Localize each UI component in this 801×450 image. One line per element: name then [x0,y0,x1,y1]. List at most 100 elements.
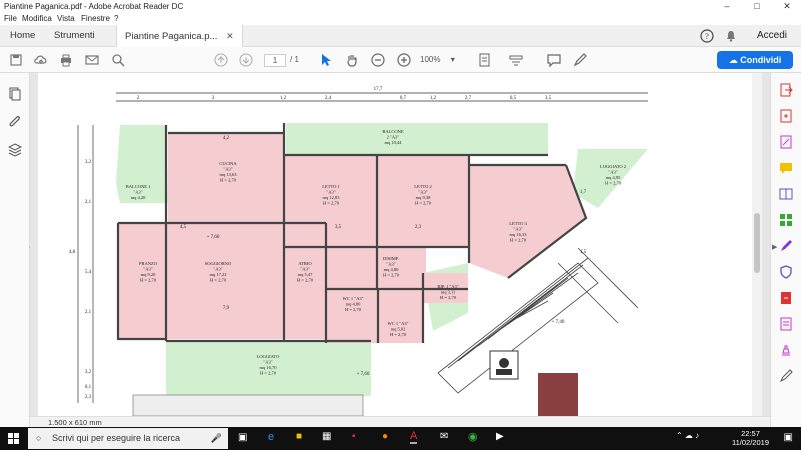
room-label-line: LETTO 1 [322,184,340,189]
left-dimension-label: 4,8 [69,250,76,255]
edge-icon[interactable]: e [268,431,274,443]
print-icon[interactable] [58,52,74,68]
tab-home[interactable]: Home [2,25,43,47]
maximize-icon[interactable]: □ [742,0,772,13]
file-explorer-icon[interactable]: ■ [296,431,302,442]
room-label-line: ATRIO [298,261,312,266]
store-icon[interactable]: ▦ [322,431,331,442]
save-icon[interactable] [8,52,24,68]
top-dimension-label: 2 [137,96,140,101]
share-button[interactable]: ☁ Condividi [717,51,793,69]
app-icon[interactable]: ● [382,431,388,442]
tab-bar: Home Strumenti Piantine Paganica.p... ✕ … [0,25,801,47]
pdf-page: CUCINA "A3" mq 13,63 H = 2,70 BALCONE 1 "A3" m… [38,73,754,416]
page-number-input[interactable]: 1 [264,54,286,67]
more-tools-icon[interactable] [779,369,793,383]
layers-icon[interactable] [8,143,22,157]
top-dimension-label: 1,2 [430,96,437,101]
inner-dimension-label: 3,5 [335,225,342,230]
room-label-line: SOGGIORNO [205,261,232,266]
menu-finestre[interactable]: Finestre [81,14,110,23]
left-nav-panel: ◀ [0,73,34,427]
hand-tool-icon[interactable] [344,52,360,68]
fill-sign-icon[interactable] [779,239,793,253]
windows-start-icon[interactable] [8,433,19,444]
tray-icons[interactable]: ⌃ ☁ ♪ [676,431,699,440]
stamp-icon[interactable] [779,343,793,357]
zoom-dropdown[interactable]: 100% ▾ [420,54,464,67]
tab-tools[interactable]: Strumenti [46,25,103,47]
sign-pen-icon[interactable] [572,52,588,68]
collapse-right-panel-icon[interactable]: ▶ [772,243,777,251]
combine-files-icon[interactable] [779,187,793,201]
acrobat-icon[interactable]: A [410,430,418,444]
export-pdf-icon[interactable] [779,83,793,97]
menu-vista[interactable]: Vista [57,14,75,23]
edit-pdf-icon[interactable] [779,135,793,149]
top-dimension-label: 3,5 [545,96,552,101]
clock[interactable]: 22:57 11/02/2019 [732,429,769,447]
room-label-line: "A3" [300,267,309,272]
room-label-line: PRANZO [139,261,158,266]
mail-icon[interactable]: ✉ [440,431,448,442]
left-dimension-label: 3,2 [85,370,92,375]
document-view[interactable]: CUCINA "A3" mq 13,63 H = 2,70 BALCONE 1 "A3" m… [30,73,770,416]
share-label: Condividi [740,55,782,65]
room-label-line: WC 1 "A3" [343,296,364,301]
select-cursor-icon[interactable] [318,52,334,68]
comment-tool-icon[interactable] [779,161,793,175]
office-icon[interactable]: ▪ [352,431,356,442]
left-dimension-label: 5,4 [85,270,92,275]
room-label-line: 2 "A3" [387,135,400,140]
fit-page-icon[interactable] [477,52,493,68]
top-dimension-label: 2,7 [465,96,472,101]
page-thumbnails-icon[interactable] [8,87,22,101]
total-width-label: 17,7 [374,87,383,92]
svg-text:?: ? [705,32,709,41]
room-label-line: LETTO 3 [509,221,527,226]
microphone-icon[interactable]: 🎤 [211,428,222,449]
menu-file[interactable]: File [4,14,17,23]
signin-link[interactable]: Accedi [757,25,787,47]
attachment-icon[interactable] [8,115,22,129]
email-icon[interactable] [84,52,100,68]
minimize-icon[interactable]: – [712,0,742,13]
next-page-icon[interactable] [238,52,254,68]
left-dimension-label: 0,1 [85,385,92,390]
scroll-mode-icon[interactable] [508,52,524,68]
tab-close-icon[interactable]: ✕ [226,31,234,41]
send-for-review-icon[interactable] [779,291,793,305]
help-icon[interactable]: ? [700,29,714,43]
level-label: + 7,60 [357,372,370,377]
left-dimension-label: 3,2 [85,160,92,165]
zoom-out-icon[interactable] [370,52,386,68]
vertical-scrollbar[interactable] [752,73,762,416]
bell-icon[interactable] [724,29,738,43]
media-icon[interactable]: ▶ [496,431,504,442]
taskbar-search-input[interactable]: ○ Scrivi qui per eseguire la ricerca 🎤 [28,428,228,449]
vertical-scroll-thumb[interactable] [754,213,760,273]
close-icon[interactable]: ✕ [772,0,801,13]
inner-dimension-label: 1,5 [580,250,587,255]
cloud-upload-icon[interactable] [33,52,49,68]
right-tools-panel: ▶ [770,73,801,427]
create-pdf-icon[interactable] [779,109,793,123]
notifications-icon[interactable]: ▣ [784,432,793,443]
search-icon[interactable] [110,52,126,68]
level-label: + 7,60 [207,235,220,240]
share-icon: ☁ [728,55,738,65]
chrome-icon[interactable]: ◉ [468,430,478,443]
menu-help[interactable]: ? [114,14,118,23]
previous-page-icon[interactable] [213,52,229,68]
zoom-in-icon[interactable] [396,52,412,68]
room-label-line: BALCONE [382,129,404,134]
comment-icon[interactable] [546,52,562,68]
protect-icon[interactable] [779,265,793,279]
send-track-icon[interactable] [779,317,793,331]
room-label-line: "A3" [143,267,152,272]
menu-modifica[interactable]: Modifica [22,14,52,23]
task-view-icon[interactable]: ▣ [238,432,247,443]
page-total: / 1 [290,55,299,64]
tab-document[interactable]: Piantine Paganica.p... ✕ [116,25,243,47]
organize-pages-icon[interactable] [779,213,793,227]
